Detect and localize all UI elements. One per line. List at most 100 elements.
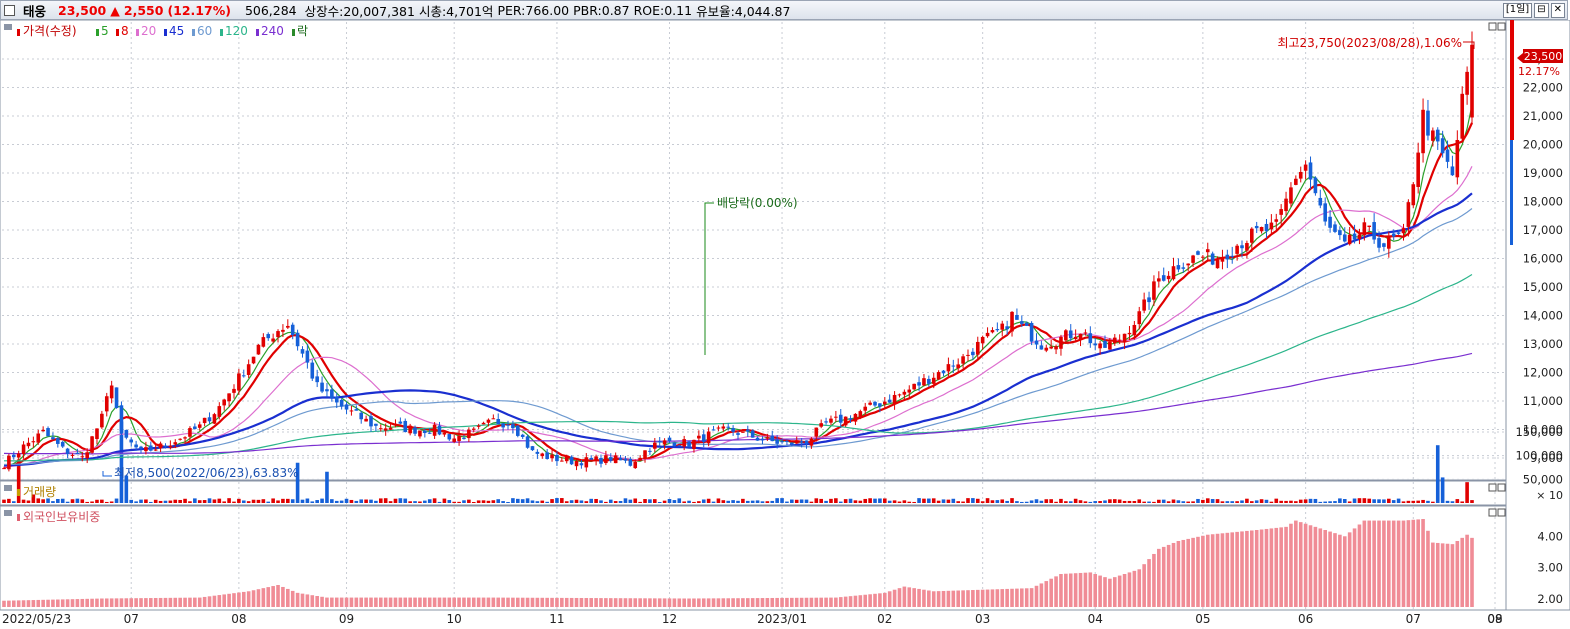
volume-bar	[692, 501, 696, 503]
foreign-bar	[193, 597, 197, 607]
volume-bar	[1132, 501, 1137, 503]
foreign-bar	[936, 591, 941, 607]
foreign-bar	[1450, 544, 1455, 607]
candle-body	[643, 450, 647, 459]
stock-name[interactable]: 태웅	[23, 1, 46, 20]
candle-body	[741, 431, 745, 433]
volume-bar	[320, 498, 324, 503]
foreign-bar	[481, 597, 486, 607]
candle-body	[65, 448, 70, 455]
candle-body	[775, 439, 779, 444]
volume-bar	[334, 500, 339, 503]
period-button[interactable]: [1일]	[1502, 3, 1533, 18]
candle-body	[1201, 256, 1205, 258]
foreign-bar	[1254, 530, 1259, 607]
volume-bar	[1421, 499, 1425, 503]
candle-body	[692, 439, 696, 450]
foreign-bar	[149, 598, 153, 607]
foreign-bar	[912, 588, 916, 607]
foreign-bar	[1416, 519, 1420, 607]
candle-body	[70, 454, 75, 456]
volume-bar	[1073, 498, 1078, 503]
ma-legend-swatch	[116, 29, 119, 36]
foreign-bar	[1083, 572, 1088, 607]
candle-body	[1274, 219, 1279, 222]
volume-bar	[178, 499, 182, 503]
volume-bar	[491, 500, 496, 503]
candle-body	[711, 429, 716, 431]
volume-bar	[961, 501, 965, 503]
foreign-bar	[1137, 569, 1142, 607]
candle-body	[51, 437, 55, 440]
candle-body	[1450, 166, 1455, 176]
candle-body	[1435, 129, 1440, 142]
candle-body	[408, 425, 412, 434]
candle-body	[613, 455, 618, 464]
foreign-bar	[486, 597, 491, 607]
candle-body	[897, 394, 902, 396]
select-checkbox[interactable]	[4, 4, 15, 16]
candle-body	[46, 428, 50, 437]
up-triangle-icon: ▲	[110, 2, 120, 18]
restore-icon[interactable]: ⊟	[1534, 3, 1549, 18]
foreign-bar	[1470, 537, 1474, 607]
foreign-bar	[1313, 526, 1318, 607]
volume-bar	[574, 499, 579, 503]
candle-body	[540, 453, 545, 457]
foreign-bar	[608, 598, 613, 607]
foreign-bar	[60, 599, 65, 607]
volume-bar	[173, 499, 178, 503]
volume-bar	[711, 501, 716, 503]
x-tick-label: 07	[1406, 612, 1421, 626]
volume-bar	[1455, 499, 1460, 503]
volume-bar	[1347, 501, 1352, 503]
foreign-bar	[1078, 572, 1083, 607]
foreign-bar	[276, 585, 280, 607]
volume-bar	[863, 498, 868, 503]
candle-body	[369, 416, 373, 427]
volume-bar	[1049, 499, 1053, 503]
candle-body	[1328, 216, 1332, 228]
volume-bar	[1416, 500, 1420, 503]
foreign-bar	[70, 599, 75, 607]
volume-bar	[65, 501, 70, 503]
foreign-bar	[388, 597, 393, 607]
candle-body	[883, 401, 887, 405]
foreign-bar	[349, 597, 354, 607]
foreign-bar	[1049, 578, 1053, 607]
x-tick-label: 06	[1298, 612, 1313, 626]
foreign-bar	[1250, 530, 1254, 607]
foreign-bar	[667, 598, 672, 607]
foreign-bar	[1318, 528, 1323, 607]
foreign-bar	[975, 589, 980, 607]
foreign-bar	[241, 591, 246, 607]
candle-body	[1372, 222, 1376, 240]
legend-volume: 거래량	[23, 485, 56, 499]
x-tick-label: 12	[662, 612, 677, 626]
volume-bar	[1406, 500, 1411, 503]
volume-bar	[153, 499, 158, 503]
candle-body	[163, 445, 168, 447]
foreign-bar	[506, 597, 510, 607]
foreign-bar	[1431, 542, 1435, 607]
candle-body	[530, 446, 535, 451]
foreign-bar	[574, 597, 579, 607]
foreign-bar	[1064, 573, 1068, 607]
volume-tick-label: 100,000	[1515, 449, 1563, 463]
close-icon[interactable]: ✕	[1550, 3, 1565, 18]
ma-legend-label: 45	[169, 24, 184, 38]
candle-body	[344, 404, 349, 410]
foreign-bar	[295, 592, 300, 607]
candle-body	[1137, 311, 1142, 325]
chart-canvas[interactable]: 2022/05/23 07 08 09 10 11 12 2023/01 02 03 04 05 06 0…	[0, 20, 1570, 629]
foreign-bar	[2, 600, 6, 607]
candle-body	[995, 329, 1000, 331]
foreign-bar	[535, 597, 540, 607]
foreign-bar	[1000, 589, 1005, 607]
foreign-bar	[1205, 534, 1210, 607]
volume-bar	[951, 498, 956, 503]
volume-bar	[653, 499, 657, 503]
foreign-bar	[114, 598, 119, 607]
foreign-bar	[824, 597, 828, 607]
foreign-bar	[618, 598, 623, 607]
